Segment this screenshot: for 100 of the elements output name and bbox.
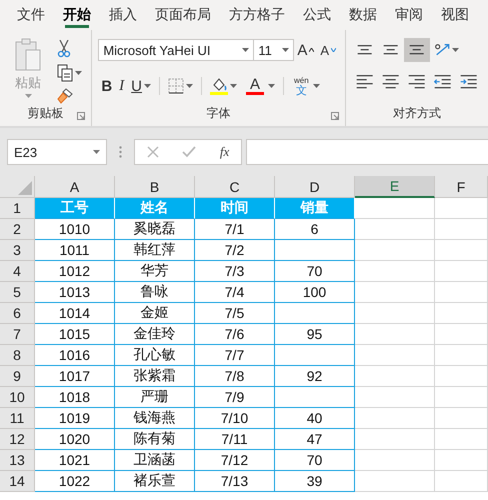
table-cell: 1010 xyxy=(35,219,115,240)
empty-cell xyxy=(435,303,488,324)
empty-cell xyxy=(435,471,488,492)
row-header[interactable]: 13 xyxy=(0,450,35,471)
table-cell: 1019 xyxy=(35,408,115,429)
ribbon-tab[interactable]: 插入 xyxy=(100,0,146,30)
column-heading: 时间 xyxy=(195,198,275,219)
ribbon-tab[interactable]: 公式 xyxy=(294,0,340,30)
copy-icon xyxy=(57,64,73,82)
align-center-icon xyxy=(382,75,400,89)
align-bottom-icon xyxy=(409,45,425,55)
table-cell: 1018 xyxy=(35,387,115,408)
row-header[interactable]: 2 xyxy=(0,219,35,240)
column-header[interactable]: B xyxy=(115,176,195,198)
caret-icon[interactable] xyxy=(230,84,237,88)
table-cell: 陈有菊 xyxy=(115,429,195,450)
align-left-icon xyxy=(356,75,374,89)
row-header[interactable]: 6 xyxy=(0,303,35,324)
ribbon-tab[interactable]: 审阅 xyxy=(386,0,432,30)
align-bottom-button[interactable] xyxy=(404,38,430,62)
caret-up-icon xyxy=(309,48,314,52)
column-header[interactable]: C xyxy=(195,176,275,198)
row-header[interactable]: 8 xyxy=(0,345,35,366)
ribbon-tab[interactable]: 视图 xyxy=(432,0,478,30)
caret-icon[interactable] xyxy=(93,150,100,154)
ribbon-tab[interactable]: 方方格子 xyxy=(220,0,294,30)
empty-cell xyxy=(435,408,488,429)
phonetic-guide-button[interactable]: wén 文 xyxy=(289,74,323,98)
column-header[interactable]: D xyxy=(275,176,355,198)
caret-icon[interactable] xyxy=(242,48,250,52)
caret-icon[interactable] xyxy=(268,84,275,88)
empty-cell xyxy=(435,429,488,450)
table-cell: 1013 xyxy=(35,282,115,303)
empty-cell xyxy=(435,219,488,240)
drag-handle-icon[interactable] xyxy=(119,146,122,158)
table-cell: 6 xyxy=(275,219,355,240)
table-cell: 韩红萍 xyxy=(115,240,195,261)
caret-icon[interactable] xyxy=(282,48,290,52)
bold-button[interactable]: B xyxy=(98,76,116,96)
dialog-launcher-icon[interactable] xyxy=(331,112,339,120)
row-header[interactable]: 12 xyxy=(0,429,35,450)
column-heading: 工号 xyxy=(35,198,115,219)
grow-font-button[interactable]: A xyxy=(294,40,318,60)
row-header[interactable]: 11 xyxy=(0,408,35,429)
empty-cell xyxy=(435,261,488,282)
empty-cell xyxy=(435,198,488,219)
font-name-dropdown[interactable]: Microsoft YaHei UI xyxy=(98,39,254,61)
row-header[interactable]: 4 xyxy=(0,261,35,282)
table-cell: 1012 xyxy=(35,261,115,282)
table-cell: 7/5 xyxy=(195,303,275,324)
row-header[interactable]: 1 xyxy=(0,198,35,219)
row-header[interactable]: 7 xyxy=(0,324,35,345)
caret-icon[interactable] xyxy=(452,48,459,52)
row-header[interactable]: 3 xyxy=(0,240,35,261)
table-cell: 7/13 xyxy=(195,471,275,492)
insert-function-button[interactable]: fx xyxy=(220,144,230,160)
table-cell: 褚乐萱 xyxy=(115,471,195,492)
column-header[interactable]: F xyxy=(435,176,488,198)
dialog-launcher-icon[interactable] xyxy=(77,112,86,120)
column-header[interactable]: A xyxy=(35,176,115,198)
table-cell: 7/4 xyxy=(195,282,275,303)
shrink-font-button[interactable]: A xyxy=(317,40,339,60)
row-header[interactable]: 14 xyxy=(0,471,35,492)
underline-button[interactable]: U xyxy=(128,76,154,96)
table-cell: 1016 xyxy=(35,345,115,366)
empty-cell xyxy=(435,345,488,366)
clipboard-icon xyxy=(14,38,42,72)
check-icon[interactable] xyxy=(182,146,196,158)
ribbon-tab[interactable]: 文件 xyxy=(8,0,54,30)
table-cell: 70 xyxy=(275,450,355,471)
caret-icon[interactable] xyxy=(186,84,193,88)
table-cell: 鲁咏 xyxy=(115,282,195,303)
table-cell: 1015 xyxy=(35,324,115,345)
column-header[interactable]: E xyxy=(355,176,435,198)
caret-icon[interactable] xyxy=(24,94,32,98)
font-color-button[interactable]: A xyxy=(241,76,278,96)
italic-button[interactable]: I xyxy=(116,76,128,96)
caret-icon[interactable] xyxy=(144,84,151,88)
table-cell: 7/8 xyxy=(195,366,275,387)
name-box[interactable]: E23 xyxy=(7,139,107,165)
font-size-dropdown[interactable]: 11 xyxy=(254,39,294,61)
table-cell: 孔心敏 xyxy=(115,345,195,366)
formula-input[interactable] xyxy=(246,139,488,165)
ribbon-tab[interactable]: 页面布局 xyxy=(146,0,220,30)
empty-cell xyxy=(435,387,488,408)
caret-icon[interactable] xyxy=(312,84,320,88)
table-cell: 金姬 xyxy=(115,303,195,324)
ribbon-tab[interactable]: 数据 xyxy=(340,0,386,30)
group-label: 对齐方式 xyxy=(393,105,441,122)
row-header[interactable]: 9 xyxy=(0,366,35,387)
table-cell: 7/11 xyxy=(195,429,275,450)
table-cell: 卫涵菡 xyxy=(115,450,195,471)
decrease-indent-icon xyxy=(434,75,452,89)
table-cell: 7/1 xyxy=(195,219,275,240)
empty-cell xyxy=(435,366,488,387)
paintbrush-icon xyxy=(57,88,73,104)
row-header[interactable]: 5 xyxy=(0,282,35,303)
ribbon-tab[interactable]: 开始 xyxy=(54,0,100,30)
row-header[interactable]: 10 xyxy=(0,387,35,408)
caret-icon[interactable] xyxy=(75,71,82,75)
